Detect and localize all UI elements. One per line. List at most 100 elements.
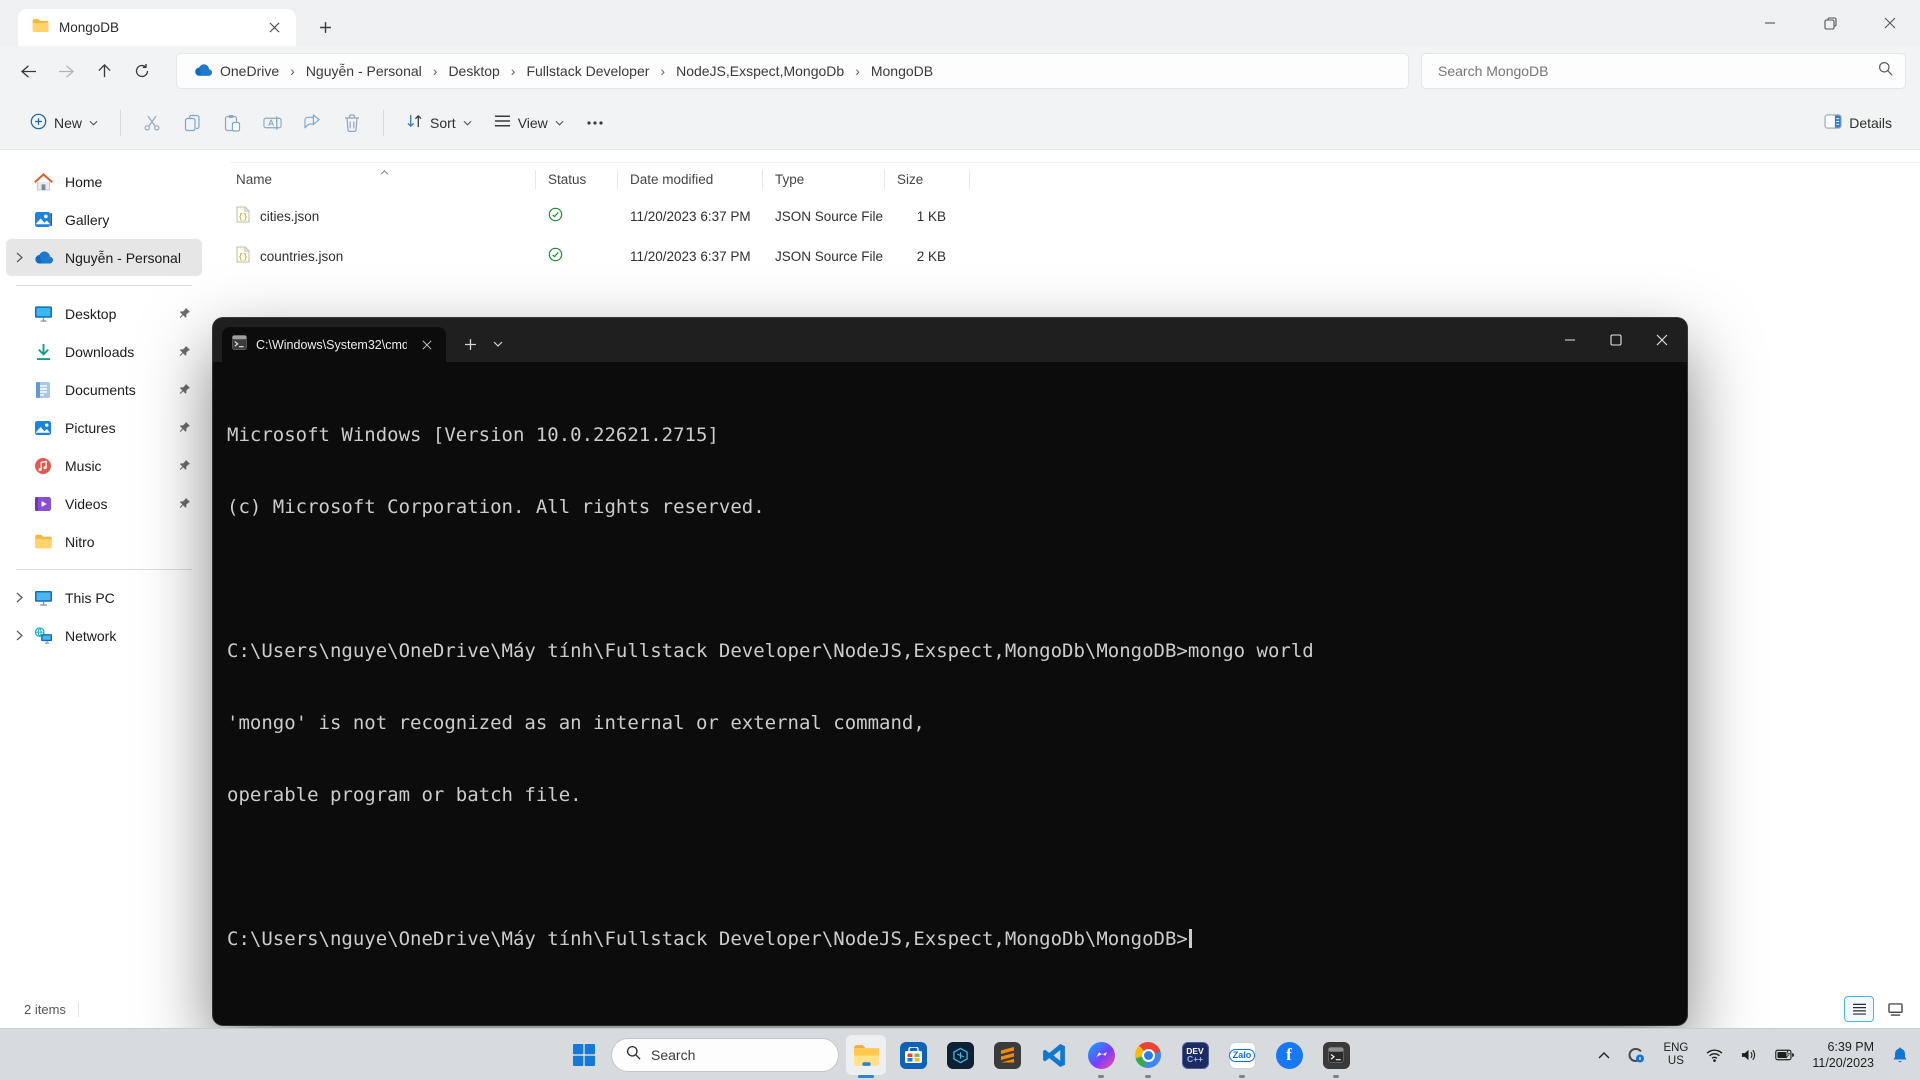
terminal-line: operable program or batch file. [227, 783, 1677, 807]
paste-icon[interactable] [213, 104, 251, 142]
terminal-console[interactable]: Microsoft Windows [Version 10.0.22621.27… [213, 362, 1687, 1025]
column-header-name[interactable]: Name [230, 163, 536, 196]
breadcrumb-item-onedrive[interactable]: OneDrive [185, 59, 287, 83]
gallery-icon [32, 211, 54, 228]
taskbar-sublime-text-icon[interactable] [987, 1035, 1027, 1075]
details-button[interactable]: Details [1814, 104, 1902, 142]
new-plus-icon [30, 113, 47, 133]
delete-icon[interactable] [333, 104, 371, 142]
taskbar-file-explorer-icon[interactable] [846, 1035, 886, 1075]
column-header-type[interactable]: Type [763, 163, 885, 196]
sort-button[interactable]: Sort [396, 104, 482, 142]
sidebar-item-music[interactable]: Music [6, 447, 202, 484]
notification-bell-icon[interactable] [1888, 1043, 1912, 1068]
battery-icon[interactable] [1771, 1045, 1798, 1065]
breadcrumb-item-desktop[interactable]: Desktop [440, 59, 507, 83]
search-input[interactable]: Search MongoDB [1421, 53, 1906, 89]
taskbar-dev-cpp-icon[interactable]: DEV C++ [1175, 1035, 1215, 1075]
sidebar-item-network[interactable]: Network [6, 617, 202, 654]
sidebar-item-pictures[interactable]: Pictures [6, 409, 202, 446]
tray-info-icon[interactable] [1624, 1043, 1649, 1067]
explorer-tab-title: MongoDB [59, 20, 252, 35]
taskbar-facebook-icon[interactable]: f [1269, 1035, 1309, 1075]
details-view-toggle[interactable] [1844, 996, 1874, 1022]
sidebar-item-home[interactable]: Home [6, 163, 202, 200]
taskbar-terminal-icon[interactable] [1316, 1035, 1356, 1075]
chevron-down-icon [463, 120, 472, 126]
table-row[interactable]: {} cities.json 11/20/2023 6:37 PM JSON S… [230, 196, 1920, 236]
breadcrumb-separator-icon [287, 63, 298, 79]
sidebar-item-gallery[interactable]: Gallery [6, 201, 202, 238]
breadcrumb-separator-icon [657, 63, 668, 79]
table-row[interactable]: {} countries.json 11/20/2023 6:37 PM JSO… [230, 236, 1920, 276]
restore-icon[interactable] [1800, 0, 1860, 46]
volume-icon[interactable] [1737, 1044, 1761, 1066]
rename-icon[interactable] [253, 104, 291, 142]
sidebar-item-nitro[interactable]: Nitro [6, 523, 202, 560]
language-indicator[interactable]: ENG US [1659, 1040, 1692, 1070]
search-placeholder: Search MongoDB [1438, 63, 1878, 79]
breadcrumb-item-fullstack[interactable]: Fullstack Developer [518, 59, 657, 83]
terminal-new-tab-button[interactable] [456, 330, 484, 358]
pin-icon [176, 383, 192, 396]
taskbar-zalo-icon[interactable]: Zalo [1222, 1035, 1262, 1075]
chevron-right-icon[interactable] [6, 252, 32, 263]
taskbar-dark-navy-app-icon[interactable] [940, 1035, 980, 1075]
cmd-icon [232, 335, 247, 355]
column-header-date-modified[interactable]: Date modified [618, 163, 763, 196]
sidebar-item-downloads[interactable]: Downloads [6, 333, 202, 370]
sidebar-item-onedrive-personal[interactable]: Nguyễn - Personal [6, 239, 202, 276]
terminal-close-icon[interactable] [1639, 318, 1685, 362]
sidebar-item-videos[interactable]: Videos [6, 485, 202, 522]
clock[interactable]: 6:39 PM 11/20/2023 [1808, 1037, 1878, 1074]
sidebar: Home Gallery Nguyễn - Personal Desktop [0, 150, 208, 1028]
share-icon[interactable] [293, 104, 331, 142]
sidebar-item-desktop[interactable]: Desktop [6, 295, 202, 332]
back-icon[interactable] [10, 53, 46, 89]
chevron-right-icon[interactable] [6, 630, 32, 641]
new-tab-button[interactable] [310, 12, 340, 42]
terminal-tab-close-icon[interactable] [416, 334, 438, 356]
refresh-icon[interactable] [124, 53, 160, 89]
terminal-tab[interactable]: C:\Windows\System32\cmd.e [222, 327, 446, 362]
minimize-icon[interactable] [1740, 0, 1800, 46]
chevron-right-icon[interactable] [6, 592, 32, 603]
taskbar-messenger-icon[interactable] [1081, 1035, 1121, 1075]
sidebar-divider [16, 285, 192, 286]
tab-close-icon[interactable] [262, 16, 286, 40]
taskbar-chrome-icon[interactable] [1128, 1035, 1168, 1075]
breadcrumb-item-nodejs[interactable]: NodeJS,Exspect,MongoDb [668, 59, 852, 83]
column-header-status[interactable]: Status [536, 163, 618, 196]
breadcrumb[interactable]: OneDrive Nguyễn - Personal Desktop Fulls… [176, 53, 1409, 89]
terminal-maximize-icon[interactable] [1593, 318, 1639, 362]
view-button[interactable]: View [484, 104, 574, 142]
file-name: cities.json [260, 209, 319, 224]
taskbar-vscode-icon[interactable] [1034, 1035, 1074, 1075]
column-header-size[interactable]: Size [885, 163, 970, 196]
taskbar-microsoft-store-icon[interactable] [893, 1035, 933, 1075]
start-button[interactable] [564, 1035, 604, 1075]
forward-icon[interactable] [48, 53, 84, 89]
terminal-minimize-icon[interactable] [1547, 318, 1593, 362]
terminal-title-bar[interactable]: C:\Windows\System32\cmd.e [213, 318, 1687, 362]
taskbar-search-input[interactable]: Search [611, 1038, 839, 1072]
new-button[interactable]: New [20, 104, 108, 142]
breadcrumb-item-profile[interactable]: Nguyễn - Personal [298, 59, 430, 83]
cut-icon[interactable] [133, 104, 171, 142]
up-icon[interactable] [86, 53, 122, 89]
wifi-icon[interactable] [1702, 1045, 1727, 1066]
tray-chevron-up-icon[interactable] [1594, 1048, 1614, 1063]
onedrive-cloud-icon [193, 63, 212, 79]
explorer-tab[interactable]: MongoDB [18, 9, 296, 46]
close-icon[interactable] [1860, 0, 1920, 46]
large-icons-view-toggle[interactable] [1880, 996, 1910, 1022]
sidebar-item-this-pc[interactable]: This PC [6, 579, 202, 616]
file-type: JSON Source File [763, 249, 885, 264]
copy-icon[interactable] [173, 104, 211, 142]
breadcrumb-item-mongodb[interactable]: MongoDB [863, 59, 941, 83]
sidebar-item-documents[interactable]: Documents [6, 371, 202, 408]
date: 11/20/2023 [1812, 1055, 1874, 1071]
terminal-tab-dropdown-icon[interactable] [486, 330, 510, 358]
more-options-icon[interactable] [576, 104, 614, 142]
terminal-line: 'mongo' is not recognized as an internal… [227, 711, 1677, 735]
